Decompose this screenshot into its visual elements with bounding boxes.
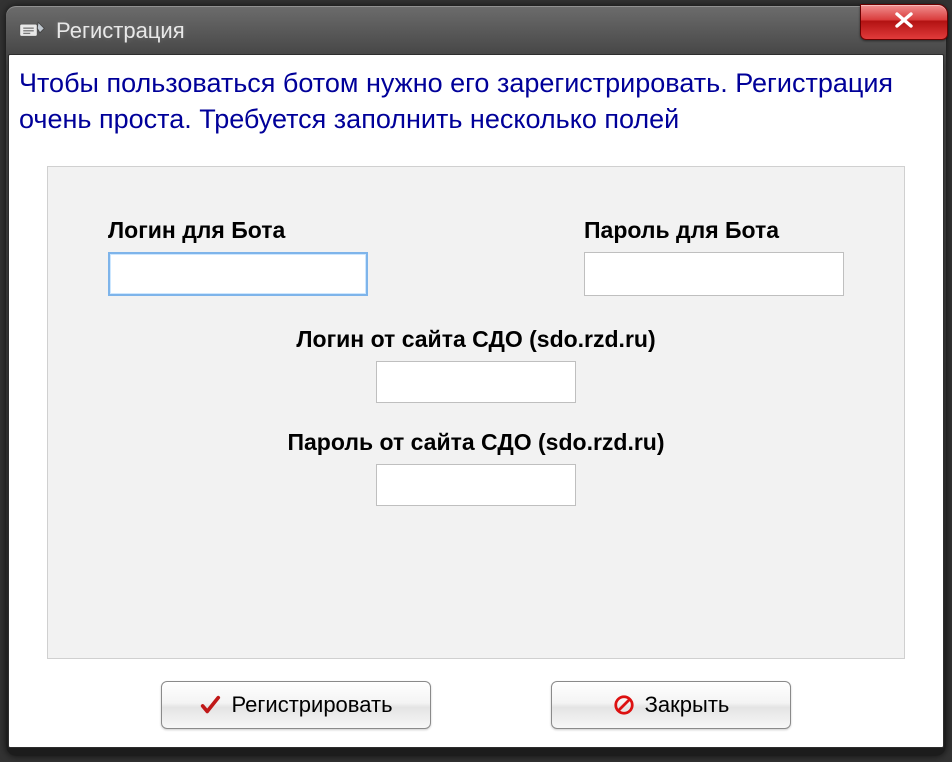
- prohibit-icon: [613, 694, 635, 716]
- titlebar[interactable]: Регистрация: [8, 8, 944, 54]
- close-icon: [888, 11, 920, 34]
- register-button-label: Регистрировать: [231, 692, 392, 718]
- form-panel: Логин для Бота Пароль для Бота Логин от …: [47, 166, 905, 659]
- bot-login-label: Логин для Бота: [108, 217, 285, 244]
- bot-password-input[interactable]: [584, 252, 844, 296]
- window-close-button[interactable]: [860, 4, 948, 40]
- bot-password-label: Пароль для Бота: [584, 217, 779, 244]
- bot-login-input[interactable]: [108, 252, 368, 296]
- sdo-login-label: Логин от сайта СДО (sdo.rzd.ru): [296, 326, 655, 353]
- checkmark-icon: [199, 694, 221, 716]
- intro-text: Чтобы пользоваться ботом нужно его зарег…: [17, 61, 935, 154]
- close-button[interactable]: Закрыть: [551, 681, 791, 729]
- sdo-password-input[interactable]: [376, 464, 576, 506]
- register-button[interactable]: Регистрировать: [161, 681, 431, 729]
- close-button-label: Закрыть: [645, 692, 730, 718]
- action-bar: Регистрировать Закрыть: [17, 681, 935, 735]
- app-icon: [18, 19, 46, 43]
- client-area: Чтобы пользоваться ботом нужно его зарег…: [8, 54, 944, 748]
- registration-window: Регистрация Чтобы пользоваться ботом нуж…: [6, 6, 946, 756]
- window-title: Регистрация: [56, 18, 938, 44]
- sdo-password-label: Пароль от сайта СДО (sdo.rzd.ru): [287, 429, 664, 456]
- sdo-login-input[interactable]: [376, 361, 576, 403]
